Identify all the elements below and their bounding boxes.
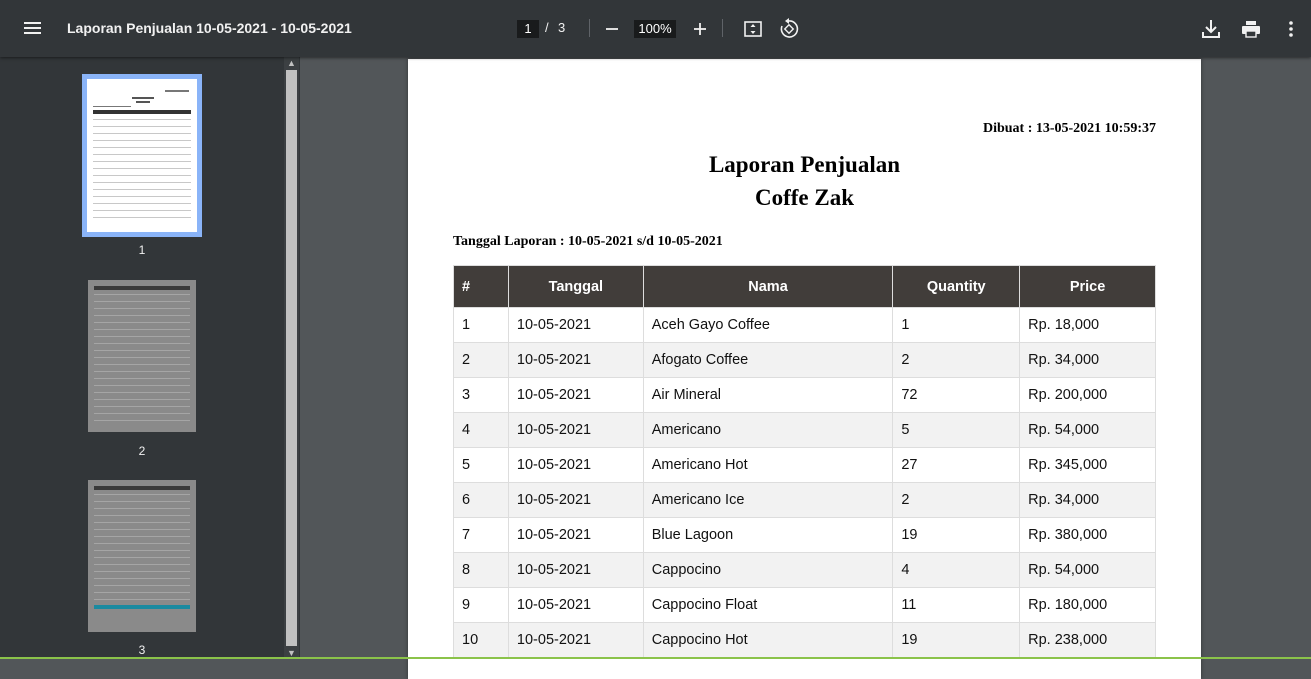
column-header-number: # xyxy=(453,265,509,308)
cell-name: Cappocino Float xyxy=(642,587,894,623)
cell-price: Rp. 54,000 xyxy=(1019,552,1156,588)
cell-number: 5 xyxy=(453,447,509,483)
cell-quantity: 19 xyxy=(892,517,1021,553)
cell-name: Aceh Gayo Coffee xyxy=(642,307,894,343)
page-separator: / xyxy=(545,20,549,35)
cell-name: Cappocino xyxy=(642,552,894,588)
table-header-row: # Tanggal Nama Quantity Price xyxy=(453,265,1156,308)
cell-number: 7 xyxy=(453,517,509,553)
total-pages: 3 xyxy=(558,20,566,35)
cell-number: 6 xyxy=(453,482,509,518)
rotate-icon[interactable] xyxy=(776,16,802,42)
thumbnail-label-3: 3 xyxy=(138,643,146,657)
cell-price: Rp. 18,000 xyxy=(1019,307,1156,343)
menu-icon[interactable] xyxy=(20,16,46,42)
cell-price: Rp. 34,000 xyxy=(1019,482,1156,518)
column-header-price: Price xyxy=(1019,265,1156,308)
cell-price: Rp. 238,000 xyxy=(1019,622,1156,658)
cell-name: Americano xyxy=(642,412,894,448)
cell-name: Air Mineral xyxy=(642,377,894,413)
cell-quantity: 2 xyxy=(892,342,1021,378)
cell-quantity: 27 xyxy=(892,447,1021,483)
page-thumbnail-3[interactable] xyxy=(88,480,196,632)
created-timestamp: Dibuat : 13-05-2021 10:59:37 xyxy=(982,121,1156,136)
cell-name: Blue Lagoon xyxy=(642,517,894,553)
pdf-toolbar: Laporan Penjualan 10-05-2021 - 10-05-202… xyxy=(0,0,1311,57)
table-row: 6 10-05-2021 Americano Ice 2 Rp. 34,000 xyxy=(453,482,1156,518)
zoom-level-input[interactable]: 100% xyxy=(634,20,676,38)
sales-table: # Tanggal Nama Quantity Price 1 10-05-202… xyxy=(453,265,1156,658)
table-row: 5 10-05-2021 Americano Hot 27 Rp. 345,000 xyxy=(453,447,1156,483)
sidebar-scrollbar-thumb[interactable] xyxy=(286,70,297,646)
pdf-page: Dibuat : 13-05-2021 10:59:37 Laporan Pen… xyxy=(408,59,1201,679)
cell-number: 4 xyxy=(453,412,509,448)
cell-name: Afogato Coffee xyxy=(642,342,894,378)
cell-price: Rp. 200,000 xyxy=(1019,377,1156,413)
cell-price: Rp. 380,000 xyxy=(1019,517,1156,553)
zoom-in-icon[interactable] xyxy=(687,16,713,42)
cell-date: 10-05-2021 xyxy=(507,412,644,448)
table-row: 7 10-05-2021 Blue Lagoon 19 Rp. 380,000 xyxy=(453,517,1156,553)
print-icon[interactable] xyxy=(1238,16,1264,42)
cell-date: 10-05-2021 xyxy=(507,307,644,343)
cell-date: 10-05-2021 xyxy=(507,342,644,378)
cell-price: Rp. 180,000 xyxy=(1019,587,1156,623)
table-row: 3 10-05-2021 Air Mineral 72 Rp. 200,000 xyxy=(453,377,1156,413)
cell-number: 10 xyxy=(453,622,509,658)
thumbnail-label-2: 2 xyxy=(138,444,146,458)
report-title: Laporan Penjualan xyxy=(708,152,901,177)
toolbar-divider xyxy=(589,19,590,37)
column-header-date: Tanggal xyxy=(507,265,644,308)
document-title: Laporan Penjualan 10-05-2021 - 10-05-202… xyxy=(67,20,352,36)
cell-name: Cappocino Hot xyxy=(642,622,894,658)
cell-quantity: 5 xyxy=(892,412,1021,448)
table-row: 9 10-05-2021 Cappocino Float 11 Rp. 180,000 xyxy=(453,587,1156,623)
cell-name: Americano Hot xyxy=(642,447,894,483)
table-row: 10 10-05-2021 Cappocino Hot 19 Rp. 238,000 xyxy=(453,622,1156,658)
zoom-out-icon[interactable] xyxy=(599,16,625,42)
cell-date: 10-05-2021 xyxy=(507,482,644,518)
cell-number: 1 xyxy=(453,307,509,343)
thumbnail-sidebar: 1 2 3 ▲ ▼ xyxy=(0,57,300,659)
cell-date: 10-05-2021 xyxy=(507,377,644,413)
page-thumbnail-2[interactable] xyxy=(88,280,196,432)
cell-number: 9 xyxy=(453,587,509,623)
thumbnail-label-1: 1 xyxy=(138,243,146,257)
fit-page-icon[interactable] xyxy=(740,16,766,42)
cell-quantity: 19 xyxy=(892,622,1021,658)
cell-quantity: 1 xyxy=(892,307,1021,343)
column-header-quantity: Quantity xyxy=(892,265,1021,308)
current-page-input[interactable]: 1 xyxy=(517,20,539,38)
cell-quantity: 11 xyxy=(892,587,1021,623)
cell-date: 10-05-2021 xyxy=(507,587,644,623)
scroll-up-icon[interactable]: ▲ xyxy=(284,57,299,69)
cell-quantity: 2 xyxy=(892,482,1021,518)
cell-number: 2 xyxy=(453,342,509,378)
cell-date: 10-05-2021 xyxy=(507,622,644,658)
download-icon[interactable] xyxy=(1198,16,1224,42)
cell-name: Americano Ice xyxy=(642,482,894,518)
more-vert-icon[interactable] xyxy=(1278,16,1304,42)
cell-quantity: 4 xyxy=(892,552,1021,588)
column-header-name: Nama xyxy=(642,265,894,308)
cell-date: 10-05-2021 xyxy=(507,517,644,553)
cell-date: 10-05-2021 xyxy=(507,447,644,483)
cell-quantity: 72 xyxy=(892,377,1021,413)
table-row: 2 10-05-2021 Afogato Coffee 2 Rp. 34,000 xyxy=(453,342,1156,378)
report-company: Coffe Zak xyxy=(754,185,855,210)
cell-number: 3 xyxy=(453,377,509,413)
page-thumbnail-1[interactable] xyxy=(82,74,202,237)
report-date-range: Tanggal Laporan : 10-05-2021 s/d 10-05-2… xyxy=(453,234,723,249)
table-row: 4 10-05-2021 Americano 5 Rp. 54,000 xyxy=(453,412,1156,448)
table-row: 8 10-05-2021 Cappocino 4 Rp. 54,000 xyxy=(453,552,1156,588)
cell-price: Rp. 34,000 xyxy=(1019,342,1156,378)
cell-number: 8 xyxy=(453,552,509,588)
cell-date: 10-05-2021 xyxy=(507,552,644,588)
cell-price: Rp. 54,000 xyxy=(1019,412,1156,448)
table-row: 1 10-05-2021 Aceh Gayo Coffee 1 Rp. 18,000 xyxy=(453,307,1156,343)
cell-price: Rp. 345,000 xyxy=(1019,447,1156,483)
toolbar-divider xyxy=(722,19,723,37)
